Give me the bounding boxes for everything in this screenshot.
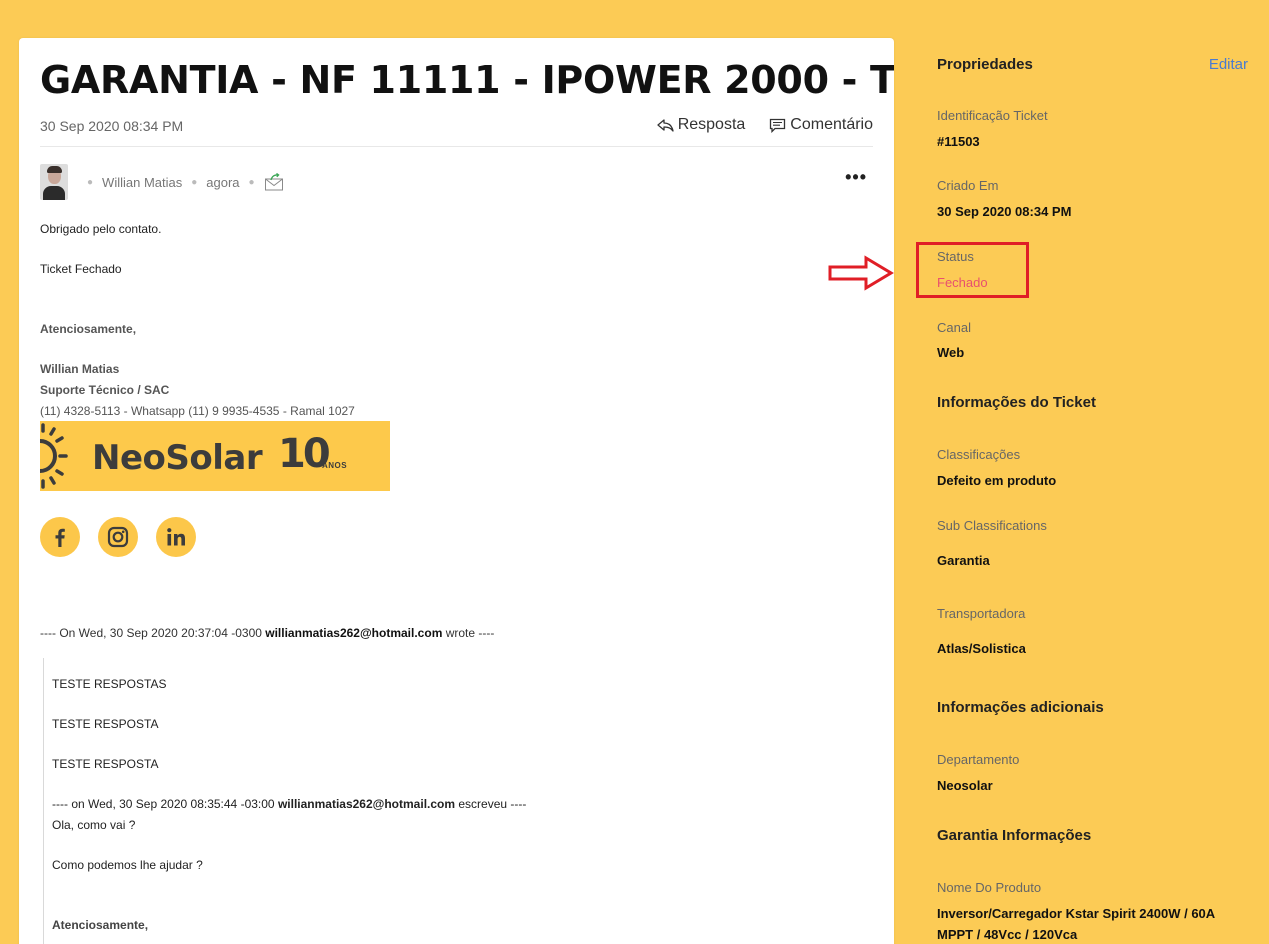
signature-greeting: Atenciosamente, bbox=[40, 322, 137, 336]
properties-sidebar: Propriedades Editar Identificação Ticket… bbox=[918, 0, 1269, 944]
quoted-line: TESTE RESPOSTA bbox=[52, 717, 159, 731]
ticket-actions: Resposta Comentário bbox=[657, 116, 873, 134]
linkedin-link[interactable] bbox=[156, 517, 196, 557]
instagram-icon bbox=[107, 526, 129, 548]
neosolar-logo: NeoSolar 10 ANOS bbox=[40, 421, 390, 491]
channel-label: Canal bbox=[937, 320, 971, 335]
email-sent-icon bbox=[264, 173, 283, 191]
created-value: 30 Sep 2020 08:34 PM bbox=[937, 204, 1072, 219]
department-label: Departamento bbox=[937, 752, 1020, 767]
status-value[interactable]: Fechado bbox=[937, 275, 988, 290]
quoted-line: Atenciosamente, bbox=[52, 918, 149, 932]
ticket-id-label: Identificação Ticket bbox=[937, 108, 1048, 123]
logo-anniversary-number: 10 bbox=[278, 431, 331, 477]
subclassification-label: Sub Classifications bbox=[937, 518, 1047, 533]
status-label: Status bbox=[937, 249, 974, 264]
message-time: agora bbox=[206, 174, 240, 190]
sun-icon bbox=[40, 423, 68, 489]
social-links bbox=[40, 517, 196, 557]
message-line: Obrigado pelo contato. bbox=[40, 222, 162, 236]
instagram-link[interactable] bbox=[98, 517, 138, 557]
warranty-info-section: Garantia Informações bbox=[937, 827, 1092, 844]
more-options-button[interactable]: ••• bbox=[845, 168, 867, 186]
product-name-label: Nome Do Produto bbox=[937, 880, 1042, 895]
quoted-line: Como podemos lhe ajudar ? bbox=[52, 858, 203, 872]
reply-button[interactable]: Resposta bbox=[657, 116, 746, 134]
classification-label: Classificações bbox=[937, 447, 1021, 462]
ticket-id-value: #11503 bbox=[937, 134, 980, 149]
edit-button[interactable]: Editar bbox=[1209, 56, 1248, 73]
facebook-link[interactable] bbox=[40, 517, 80, 557]
signature-phone: (11) 4328-5113 - Whatsapp (11) 9 9935-45… bbox=[40, 404, 355, 418]
quoted-message: TESTE RESPOSTAS TESTE RESPOSTA TESTE RES… bbox=[43, 658, 873, 944]
ticket-created-date: 30 Sep 2020 08:34 PM bbox=[40, 118, 184, 134]
comment-label: Comentário bbox=[790, 116, 873, 133]
classification-value[interactable]: Defeito em produto bbox=[937, 473, 1056, 488]
quoted-line: TESTE RESPOSTA bbox=[52, 757, 159, 771]
created-label: Criado Em bbox=[937, 178, 999, 193]
avatar[interactable] bbox=[40, 164, 68, 200]
comment-button[interactable]: Comentário bbox=[769, 116, 873, 134]
reply-icon bbox=[657, 118, 674, 132]
message-line: Ticket Fechado bbox=[40, 262, 122, 276]
ticket-card: GARANTIA - NF 11111 - IPOWER 2000 - TEST… bbox=[19, 38, 894, 944]
author-name: Willian Matias bbox=[102, 174, 183, 190]
carrier-value[interactable]: Atlas/Solistica bbox=[937, 641, 1026, 656]
header-divider bbox=[40, 146, 873, 147]
carrier-label: Transportadora bbox=[937, 606, 1026, 621]
message-author-row: ● Willian Matias ● agora ● ••• bbox=[40, 164, 873, 200]
annotation-arrow-icon bbox=[828, 255, 894, 291]
reply-label: Resposta bbox=[677, 116, 746, 133]
quoted-line: TESTE RESPOSTAS bbox=[52, 677, 167, 691]
ticket-title: GARANTIA - NF 11111 - IPOWER 2000 - TEST… bbox=[40, 58, 894, 102]
product-name-value-line2: MPPT / 48Vcc / 120Vca bbox=[937, 927, 1078, 942]
facebook-icon bbox=[55, 528, 65, 547]
ticket-info-section: Informações do Ticket bbox=[937, 394, 1096, 411]
department-value[interactable]: Neosolar bbox=[937, 778, 993, 793]
inner-quote-header: ---- on Wed, 30 Sep 2020 08:35:44 -03:00… bbox=[52, 797, 527, 811]
quote-header: ---- On Wed, 30 Sep 2020 20:37:04 -0300 … bbox=[40, 626, 495, 640]
linkedin-icon bbox=[167, 528, 185, 546]
subclassification-value[interactable]: Garantia bbox=[937, 553, 990, 568]
channel-value: Web bbox=[937, 345, 965, 360]
product-name-value-line1: Inversor/Carregador Kstar Spirit 2400W /… bbox=[937, 906, 1216, 921]
quote-header-email: willianmatias262@hotmail.com bbox=[265, 626, 443, 640]
logo-brand-text: NeoSolar bbox=[92, 438, 263, 478]
additional-info-section: Informações adicionais bbox=[937, 699, 1104, 716]
quoted-line: Ola, como vai ? bbox=[52, 818, 136, 832]
logo-anos-text: ANOS bbox=[322, 461, 348, 470]
properties-header: Propriedades bbox=[937, 56, 1033, 73]
signature-name: Willian Matias bbox=[40, 362, 120, 376]
signature-role: Suporte Técnico / SAC bbox=[40, 383, 170, 397]
comment-icon bbox=[770, 118, 786, 133]
